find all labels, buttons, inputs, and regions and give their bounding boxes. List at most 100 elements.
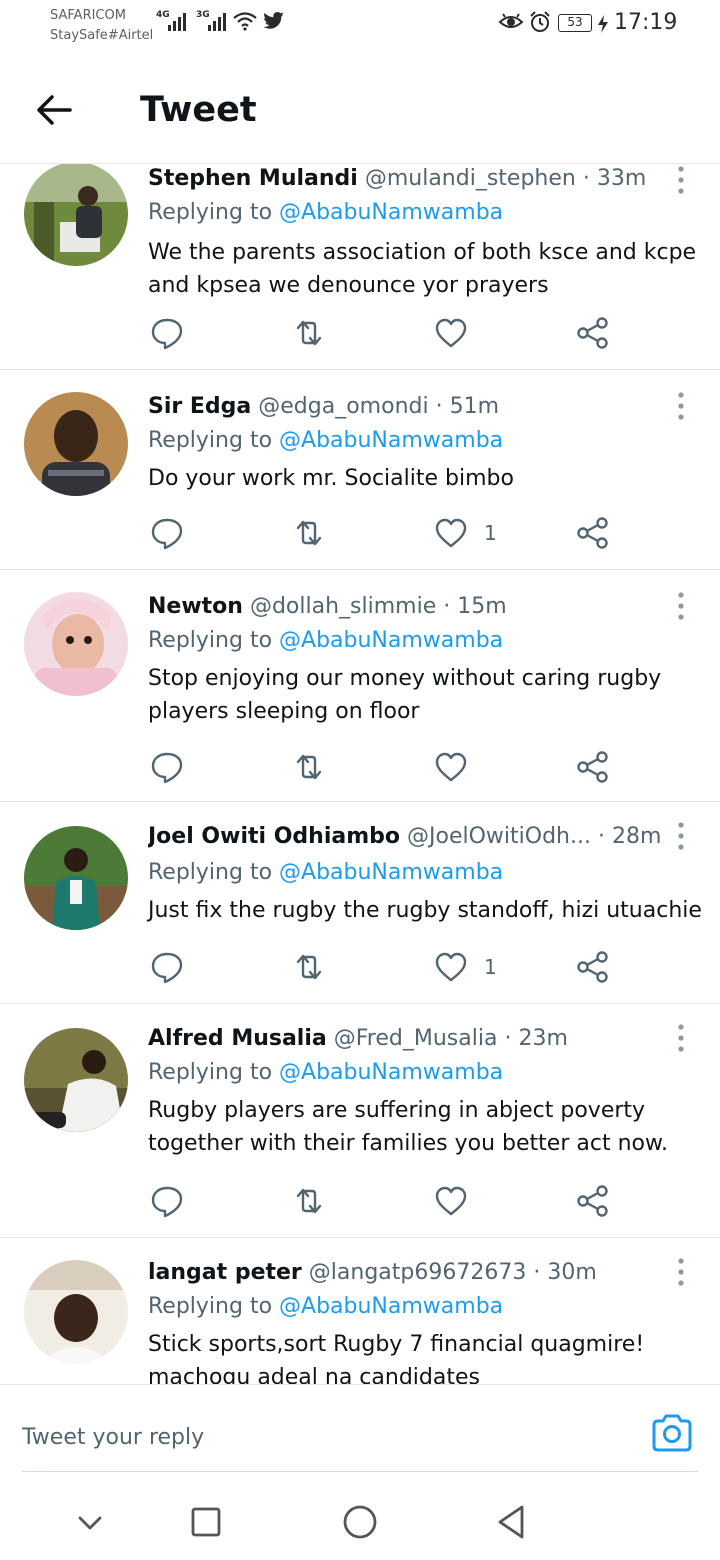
chevron-down-icon[interactable] — [70, 1502, 110, 1542]
replying-to-handle[interactable]: @AbabuNamwamba — [279, 628, 503, 653]
carrier-info: SAFARICOM StaySafe#Airtel — [50, 6, 153, 46]
timestamp: 28m — [612, 824, 662, 849]
retweet-icon[interactable] — [292, 750, 326, 784]
carrier-secondary: StaySafe#Airtel — [50, 28, 154, 43]
replying-to-handle[interactable]: @AbabuNamwamba — [279, 1294, 503, 1319]
more-vertical-icon[interactable] — [668, 1022, 694, 1054]
tweet-text: Stick sports,sort Rugby 7 financial quag… — [148, 1332, 645, 1384]
replying-to: Replying to @AbabuNamwamba — [148, 1060, 504, 1085]
share-icon[interactable] — [576, 316, 610, 350]
replying-to: Replying to @AbabuNamwamba — [148, 860, 504, 885]
tweet-author-line: langat peter @langatp69672673 · 30m — [148, 1260, 597, 1285]
reply-timeline[interactable]: Stephen Mulandi @mulandi_stephen · 33m R… — [0, 164, 720, 1384]
replying-to-handle[interactable]: @AbabuNamwamba — [279, 860, 503, 885]
display-name[interactable]: Stephen Mulandi — [148, 166, 358, 191]
signal-icon — [168, 13, 186, 31]
battery-indicator: 53 — [558, 14, 592, 32]
more-vertical-icon[interactable] — [668, 390, 694, 422]
wifi-icon — [233, 12, 257, 31]
heart-icon[interactable] — [434, 950, 468, 984]
more-vertical-icon[interactable] — [668, 820, 694, 852]
display-name[interactable]: Newton — [148, 594, 243, 619]
share-icon[interactable] — [576, 950, 610, 984]
more-vertical-icon[interactable] — [668, 164, 694, 196]
share-icon[interactable] — [576, 516, 610, 550]
reply-input[interactable] — [22, 1419, 622, 1455]
top-app-bar: Tweet — [0, 52, 720, 164]
reply-icon[interactable] — [150, 1184, 184, 1218]
tweet-text: Do your work mr. Socialite bimbo — [148, 466, 514, 491]
camera-icon[interactable] — [650, 1413, 694, 1453]
display-name[interactable]: Sir Edga — [148, 394, 251, 419]
page-title: Tweet — [140, 90, 257, 130]
composer-underline — [22, 1471, 698, 1472]
replying-to-handle[interactable]: @AbabuNamwamba — [279, 428, 503, 453]
tweet-item[interactable]: Newton @dollah_slimmie · 15m Replying to… — [0, 570, 720, 802]
reply-icon[interactable] — [150, 750, 184, 784]
tweet-text: We the parents association of both ksce … — [148, 240, 697, 298]
heart-icon[interactable] — [434, 316, 468, 350]
avatar[interactable] — [24, 164, 128, 266]
avatar[interactable] — [24, 826, 128, 930]
display-name[interactable]: langat peter — [148, 1260, 302, 1285]
heart-icon[interactable] — [434, 750, 468, 784]
tweet-author-line: Joel Owiti Odhiambo @JoelOwitiOdh... — [148, 822, 600, 852]
status-bar: SAFARICOM StaySafe#Airtel 4G 3G 53 17:19 — [0, 0, 720, 52]
like-count: 1 — [484, 955, 497, 979]
triangle-back-icon[interactable] — [492, 1502, 532, 1542]
more-vertical-icon[interactable] — [668, 590, 694, 622]
user-handle: @mulandi_stephen — [364, 166, 576, 191]
retweet-icon[interactable] — [292, 316, 326, 350]
user-handle: @langatp69672673 — [308, 1260, 527, 1285]
like-count: 1 — [484, 521, 497, 545]
replying-to: Replying to @AbabuNamwamba — [148, 1294, 504, 1319]
display-name[interactable]: Joel Owiti Odhiambo — [148, 824, 400, 849]
signal-icon-2 — [208, 13, 226, 31]
twitter-bird-icon — [263, 11, 284, 29]
retweet-icon[interactable] — [292, 516, 326, 550]
display-name[interactable]: Alfred Musalia — [148, 1026, 327, 1051]
user-handle: @edga_omondi — [258, 394, 429, 419]
tweet-text: Just fix the rugby the rugby standoff, h… — [148, 898, 702, 923]
reply-icon[interactable] — [150, 516, 184, 550]
user-handle: @dollah_slimmie — [249, 594, 437, 619]
retweet-icon[interactable] — [292, 1184, 326, 1218]
reply-composer — [0, 1384, 720, 1484]
replying-to-handle[interactable]: @AbabuNamwamba — [279, 1060, 503, 1085]
user-handle: @JoelOwitiOdh... — [407, 824, 591, 849]
retweet-icon[interactable] — [292, 950, 326, 984]
heart-icon[interactable] — [434, 516, 468, 550]
tweet-item[interactable]: Sir Edga @edga_omondi · 51m Replying to … — [0, 370, 720, 570]
charging-icon — [598, 15, 608, 33]
tweet-item[interactable]: Joel Owiti Odhiambo @JoelOwitiOdh... · 2… — [0, 802, 720, 1004]
arrow-left-icon[interactable] — [30, 88, 78, 132]
avatar[interactable] — [24, 592, 128, 696]
reply-icon[interactable] — [150, 316, 184, 350]
share-icon[interactable] — [576, 1184, 610, 1218]
alarm-icon — [530, 11, 550, 32]
timestamp: 33m — [596, 166, 647, 191]
tweet-item[interactable]: Stephen Mulandi @mulandi_stephen · 33m R… — [0, 164, 720, 370]
avatar[interactable] — [24, 1028, 128, 1132]
tweet-author-line: Alfred Musalia @Fred_Musalia · 23m — [148, 1026, 568, 1051]
tweet-time-block: · 28m — [598, 824, 662, 849]
replying-to: Replying to @AbabuNamwamba — [148, 428, 504, 453]
system-nav-bar — [0, 1484, 720, 1560]
tweet-item[interactable]: Alfred Musalia @Fred_Musalia · 23m Reply… — [0, 1004, 720, 1238]
heart-icon[interactable] — [434, 1184, 468, 1218]
circle-icon[interactable] — [340, 1502, 380, 1542]
tweet-text: Stop enjoying our money without caring r… — [148, 666, 662, 724]
timestamp: 23m — [518, 1026, 568, 1051]
tweet-item[interactable]: langat peter @langatp69672673 · 30m Repl… — [0, 1238, 720, 1384]
square-icon[interactable] — [186, 1502, 226, 1542]
tweet-author-line: Newton @dollah_slimmie · 15m — [148, 594, 507, 619]
tweet-text: Rugby players are suffering in abject po… — [148, 1098, 668, 1156]
avatar[interactable] — [24, 392, 128, 496]
replying-to-handle[interactable]: @AbabuNamwamba — [279, 200, 503, 225]
reply-icon[interactable] — [150, 950, 184, 984]
share-icon[interactable] — [576, 750, 610, 784]
timestamp: 51m — [449, 394, 500, 419]
more-vertical-icon[interactable] — [668, 1256, 694, 1288]
avatar[interactable] — [24, 1260, 128, 1364]
user-handle: @Fred_Musalia — [333, 1026, 498, 1051]
